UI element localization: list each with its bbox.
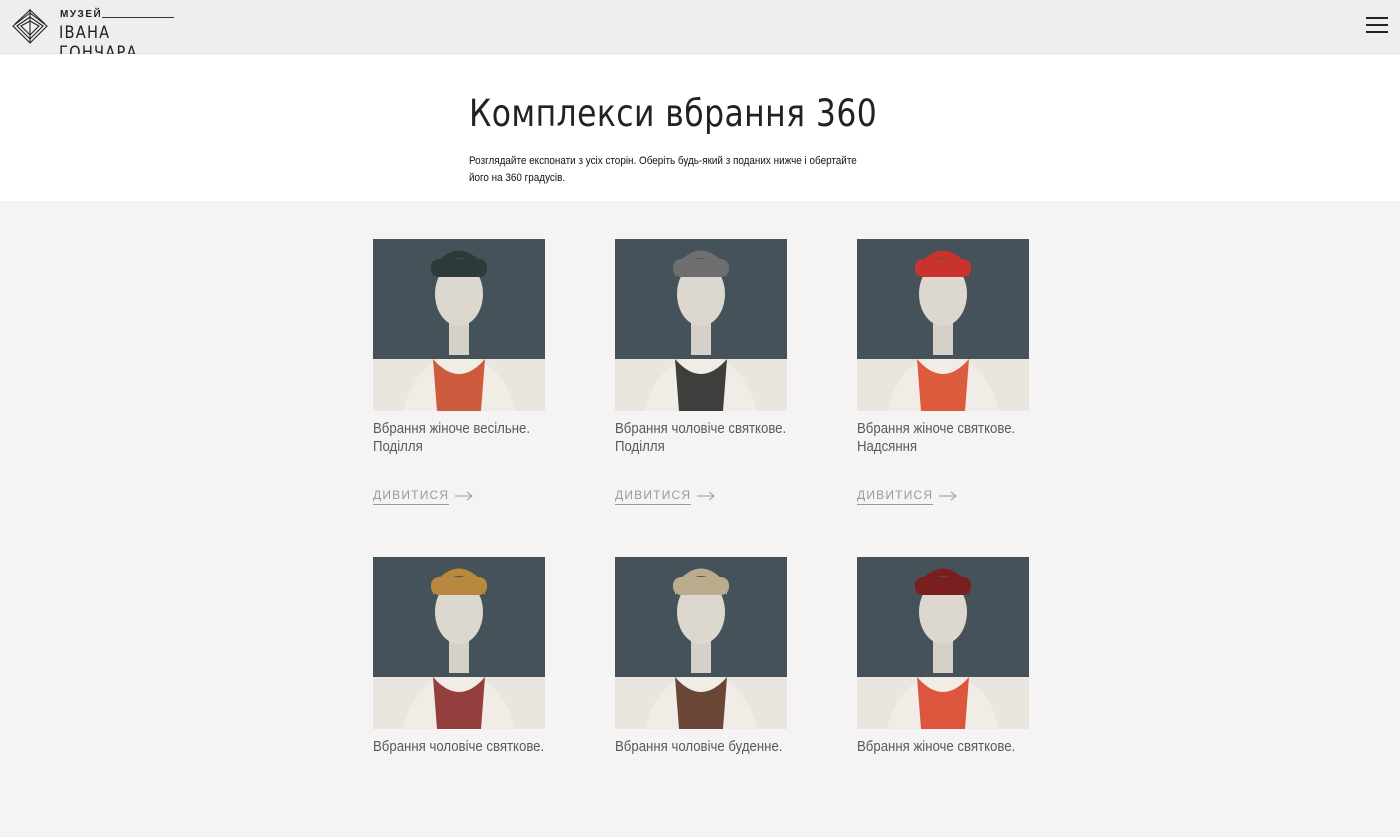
exhibit-photo[interactable]: [857, 239, 1029, 411]
arrow-right-icon: [455, 491, 474, 501]
exhibit-title-line-2: Поділля: [615, 438, 665, 455]
exhibit-card[interactable]: Вбрання жіноче святкове.: [857, 557, 1029, 837]
exhibit-title-line-2: Надсяння: [857, 438, 918, 455]
site-header: МУЗЕЙ ІВАНА ГОНЧАРА: [0, 0, 1400, 63]
view-link[interactable]: ДИВИТИСЯ: [615, 487, 716, 505]
exhibit-title-line-1: Вбрання жіноче весільне.: [373, 420, 531, 437]
exhibit-title[interactable]: Вбрання жіноче святкове.: [857, 738, 1033, 756]
exhibit-photo[interactable]: [857, 557, 1029, 729]
exhibit-card[interactable]: Вбрання чоловіче святкове.: [373, 557, 545, 837]
exhibit-title-line-1: Вбрання жіноче святкове.: [857, 420, 1016, 437]
page-intro: Комплекси вбрання 360 Розглядайте експон…: [0, 54, 1400, 201]
exhibit-title[interactable]: Вбрання жіноче весільне. Поділля: [373, 420, 549, 456]
view-link-label: ДИВИТИСЯ: [373, 488, 450, 505]
exhibit-card[interactable]: Вбрання жіноче святкове. Надсяння ДИВИТИСЯ: [857, 239, 1029, 519]
exhibit-title-line-1: Вбрання чоловіче святкове.: [373, 738, 545, 755]
view-link-label: ДИВИТИСЯ: [615, 488, 692, 505]
exhibit-title[interactable]: Вбрання чоловіче святкове. Поділля: [615, 420, 791, 456]
exhibit-title-line-2: Поділля: [373, 438, 423, 455]
logo-line-1: МУЗЕЙ: [60, 9, 103, 20]
view-link[interactable]: ДИВИТИСЯ: [857, 487, 958, 505]
hamburger-menu-icon[interactable]: [1364, 14, 1390, 36]
logo-emblem-icon: [12, 9, 48, 44]
exhibit-title-line-1: Вбрання жіноче святкове.: [857, 738, 1016, 755]
page-description: Розглядайте експонати з усіх сторін. Обе…: [469, 155, 857, 184]
arrow-right-icon: [939, 491, 958, 501]
exhibit-card[interactable]: Вбрання жіноче весільне. Поділля ДИВИТИСЯ: [373, 239, 545, 519]
exhibit-title[interactable]: Вбрання жіноче святкове. Надсяння: [857, 420, 1033, 456]
page-title: Комплекси вбрання 360: [469, 92, 878, 135]
museum-logo[interactable]: МУЗЕЙ ІВАНА ГОНЧАРА: [11, 7, 181, 63]
view-link-label: ДИВИТИСЯ: [857, 488, 934, 505]
exhibit-card[interactable]: Вбрання чоловіче святкове. Поділля ДИВИТИС…: [615, 239, 787, 519]
arrow-right-icon: [697, 491, 716, 501]
exhibit-title-line-1: Вбрання чоловіче буденне.: [615, 738, 783, 755]
exhibit-title[interactable]: Вбрання чоловіче святкове.: [373, 738, 549, 756]
exhibit-photo[interactable]: [373, 557, 545, 729]
exhibit-photo[interactable]: [615, 557, 787, 729]
exhibit-photo[interactable]: [373, 239, 545, 411]
exhibit-card[interactable]: Вбрання чоловіче буденне.: [615, 557, 787, 837]
view-link[interactable]: ДИВИТИСЯ: [373, 487, 474, 505]
logo-divider: [102, 17, 174, 18]
exhibit-title-line-1: Вбрання чоловіче святкове.: [615, 420, 787, 437]
exhibit-photo[interactable]: [615, 239, 787, 411]
exhibit-title[interactable]: Вбрання чоловіче буденне.: [615, 738, 791, 756]
